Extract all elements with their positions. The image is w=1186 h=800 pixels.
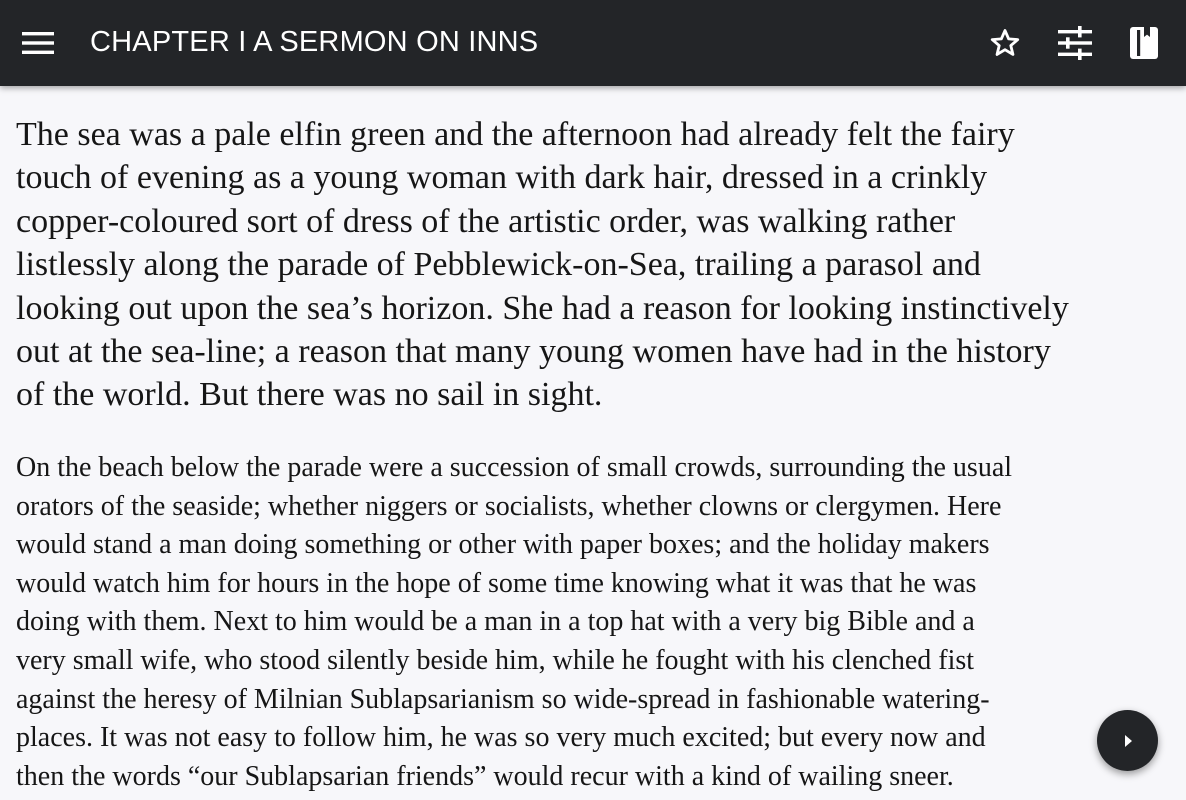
next-page-button[interactable] [1097,710,1158,771]
text-line: looking out upon the sea’s horizon. She … [16,289,1069,327]
paragraph-1: The sea was a pale elfin green and the a… [16,113,1069,417]
chapter-title: CHAPTER I A SERMON ON INNS [90,26,539,58]
text-line: places. It was not easy to follow him, h… [16,722,986,754]
text-line: of the world. But there was no sail in s… [16,376,603,414]
text-line: touch of evening as a young woman with d… [16,159,988,197]
text-line: orators of the seaside; whether niggers … [16,490,1002,522]
text-line: out at the sea-line; a reason that many … [16,333,1051,371]
paragraph-2: On the beach below the parade were a suc… [16,449,1012,796]
menu-icon [22,32,54,54]
book-icon [1130,27,1158,59]
bookmark-button[interactable] [983,21,1027,65]
tune-icon [1058,26,1092,60]
table-of-contents-button[interactable] [1122,21,1166,65]
play-arrow-icon [1124,734,1132,747]
settings-button[interactable] [1053,21,1097,65]
text-line: The sea was a pale elfin green and the a… [16,116,1015,153]
text-line: would stand a man doing something or oth… [16,529,990,561]
text-line: copper-coloured sort of dress of the art… [16,202,956,240]
text-line: would watch him for hours in the hope of… [16,567,977,599]
text-line: listlessly along the parade of Pebblewic… [16,246,981,284]
text-line: against the heresy of Milnian Sublapsari… [16,683,990,715]
app-bar: CHAPTER I A SERMON ON INNS [0,0,1186,86]
reader-content[interactable]: The sea was a pale elfin green and the a… [0,86,1186,800]
star-icon [990,29,1020,56]
text-line: On the beach below the parade were a suc… [16,452,1013,483]
menu-button[interactable] [16,21,60,65]
text-line: very small wife, who stood silently besi… [16,644,975,676]
text-line: then the words “our Sublapsarian friends… [16,760,954,792]
text-line: doing with them. Next to him would be a … [16,606,975,638]
